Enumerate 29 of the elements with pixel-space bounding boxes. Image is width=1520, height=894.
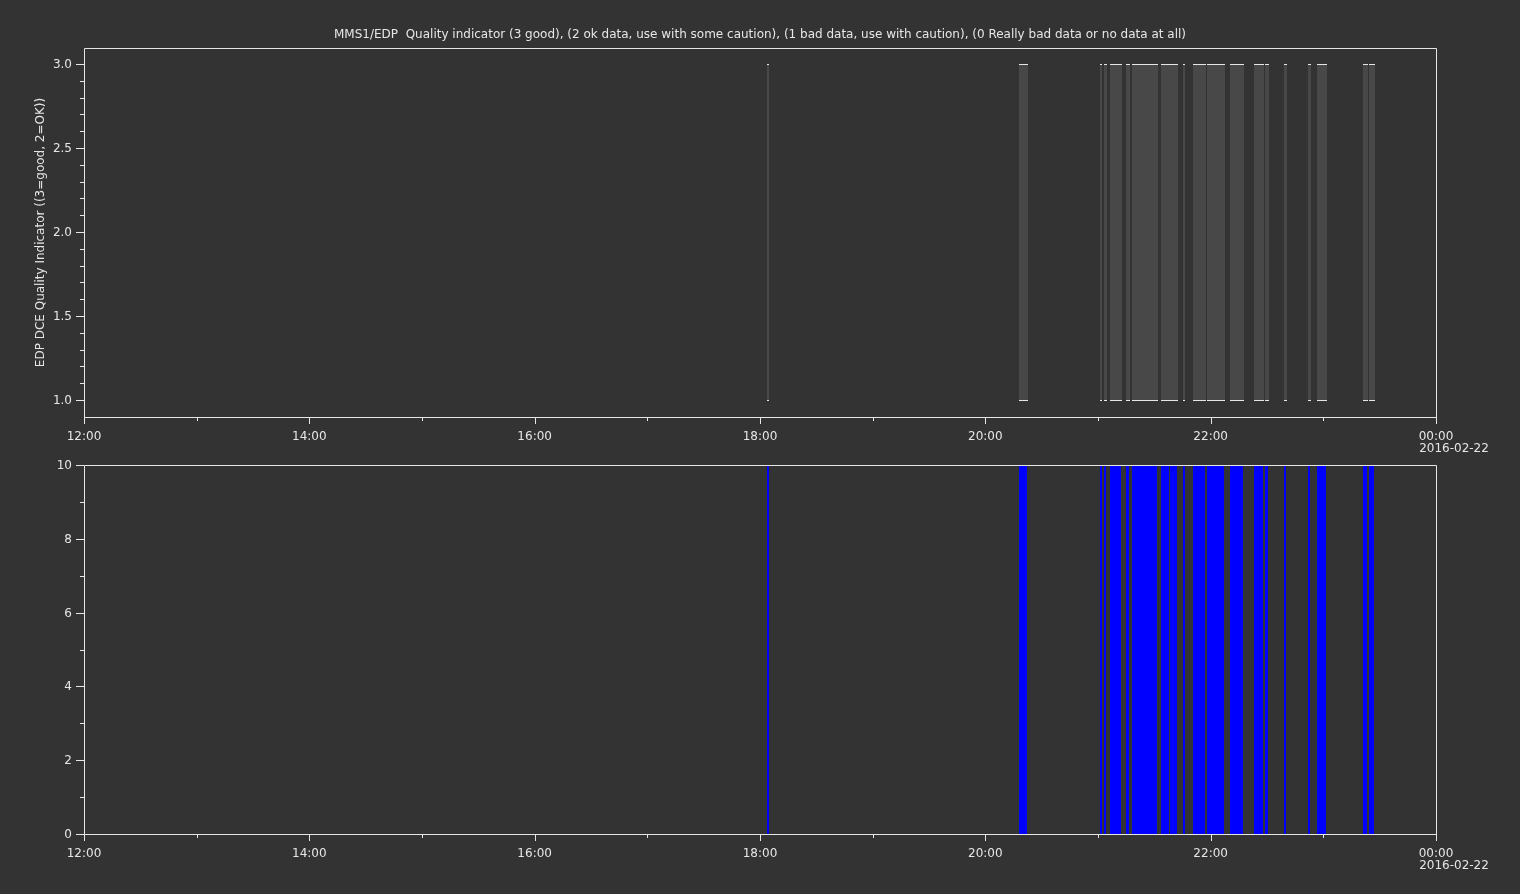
- tick-label: 12:00: [66, 429, 102, 443]
- tick-label: 20:00: [968, 429, 1003, 443]
- date-label: 2016-02-22: [1419, 441, 1489, 455]
- tick-label: 20:00: [968, 846, 1003, 860]
- tick-label: 1.5: [52, 309, 72, 323]
- tick-label: 16:00: [517, 429, 552, 443]
- tick-label: 3.0: [52, 57, 72, 71]
- tick-label: 6: [64, 605, 72, 620]
- tick-label: 22:00: [1193, 429, 1228, 443]
- tick-label: 14:00: [292, 429, 327, 443]
- tick-label: 4: [64, 679, 72, 694]
- date-label: 2016-02-22: [1419, 858, 1489, 872]
- tick-label: 0: [64, 827, 72, 841]
- chart-title: MMS1/EDP Quality indicator (3 good), (2 ok data, use with some caution), (1 bad data, use with caution), (0 Really bad data or no data at all): [333, 27, 1187, 41]
- tick-label: 18:00: [742, 846, 778, 860]
- tick-label: 16:00: [517, 846, 552, 860]
- tick-label: 2.0: [52, 225, 72, 239]
- tick-label: 00:00: [1418, 846, 1454, 860]
- tick-label: 14:00: [292, 846, 327, 860]
- tick-label: 10: [56, 458, 72, 472]
- tick-label: 12:00: [66, 846, 102, 860]
- tick-label: 1.0: [52, 393, 72, 407]
- tick-label: 8: [64, 531, 72, 546]
- tick-label: 00:00: [1418, 429, 1454, 443]
- y-axis-label: EDP DCE Quality Indicator ((3=good, 2=OK)): [33, 97, 47, 368]
- tick-label: 2: [64, 753, 72, 768]
- tick-label: 22:00: [1193, 846, 1228, 860]
- tick-label: 2.5: [52, 141, 72, 155]
- tick-label: 18:00: [742, 429, 778, 443]
